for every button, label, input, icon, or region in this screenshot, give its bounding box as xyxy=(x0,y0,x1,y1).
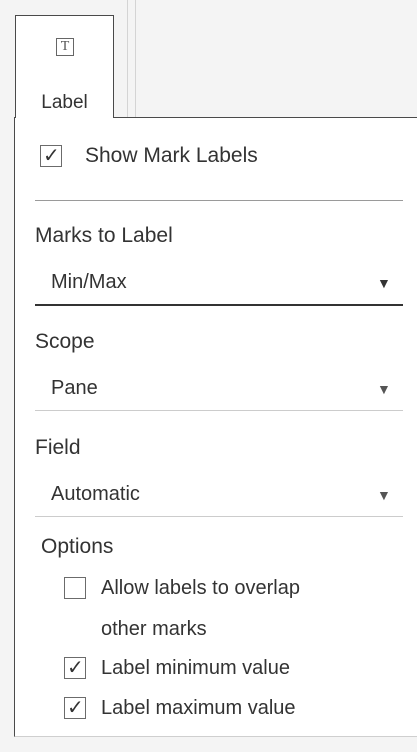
allow-overlap-label-line2[interactable]: other marks xyxy=(101,618,207,641)
label-button-text: Label xyxy=(41,92,88,113)
marks-to-label-dropdown-underline xyxy=(35,304,403,306)
allow-overlap-label-line1[interactable]: Allow labels to overlap xyxy=(101,577,300,600)
label-minimum-checkbox[interactable]: ✓ xyxy=(64,657,86,679)
shelf-divider xyxy=(135,0,136,120)
check-icon: ✓ xyxy=(67,697,84,719)
check-icon: ✓ xyxy=(67,657,84,679)
scope-title: Scope xyxy=(35,330,95,353)
section-divider xyxy=(35,200,403,201)
field-dropdown-underline xyxy=(35,516,403,517)
label-minimum-label[interactable]: Label minimum value xyxy=(101,657,290,680)
field-value[interactable]: Automatic xyxy=(51,483,140,506)
label-maximum-label[interactable]: Label maximum value xyxy=(101,697,296,720)
scope-dropdown-underline xyxy=(35,410,403,411)
chevron-down-icon[interactable]: ▼ xyxy=(377,487,391,503)
check-icon: ✓ xyxy=(43,145,60,167)
field-title: Field xyxy=(35,436,81,459)
marks-to-label-value[interactable]: Min/Max xyxy=(51,271,127,294)
label-marks-button[interactable]: T Label xyxy=(15,15,114,118)
allow-overlap-checkbox[interactable] xyxy=(64,577,86,599)
show-mark-labels-label[interactable]: Show Mark Labels xyxy=(85,144,258,168)
options-title: Options xyxy=(41,535,114,558)
shelf-divider xyxy=(127,0,128,120)
text-t-icon: T xyxy=(56,38,74,56)
chevron-down-icon[interactable]: ▼ xyxy=(377,381,391,397)
marks-to-label-title: Marks to Label xyxy=(35,224,173,247)
scope-value[interactable]: Pane xyxy=(51,377,98,400)
show-mark-labels-checkbox[interactable]: ✓ xyxy=(40,145,62,167)
label-options-panel: ✓ Show Mark Labels Marks to Label Min/Ma… xyxy=(14,117,417,737)
label-maximum-checkbox[interactable]: ✓ xyxy=(64,697,86,719)
chevron-down-icon[interactable]: ▼ xyxy=(377,275,391,291)
